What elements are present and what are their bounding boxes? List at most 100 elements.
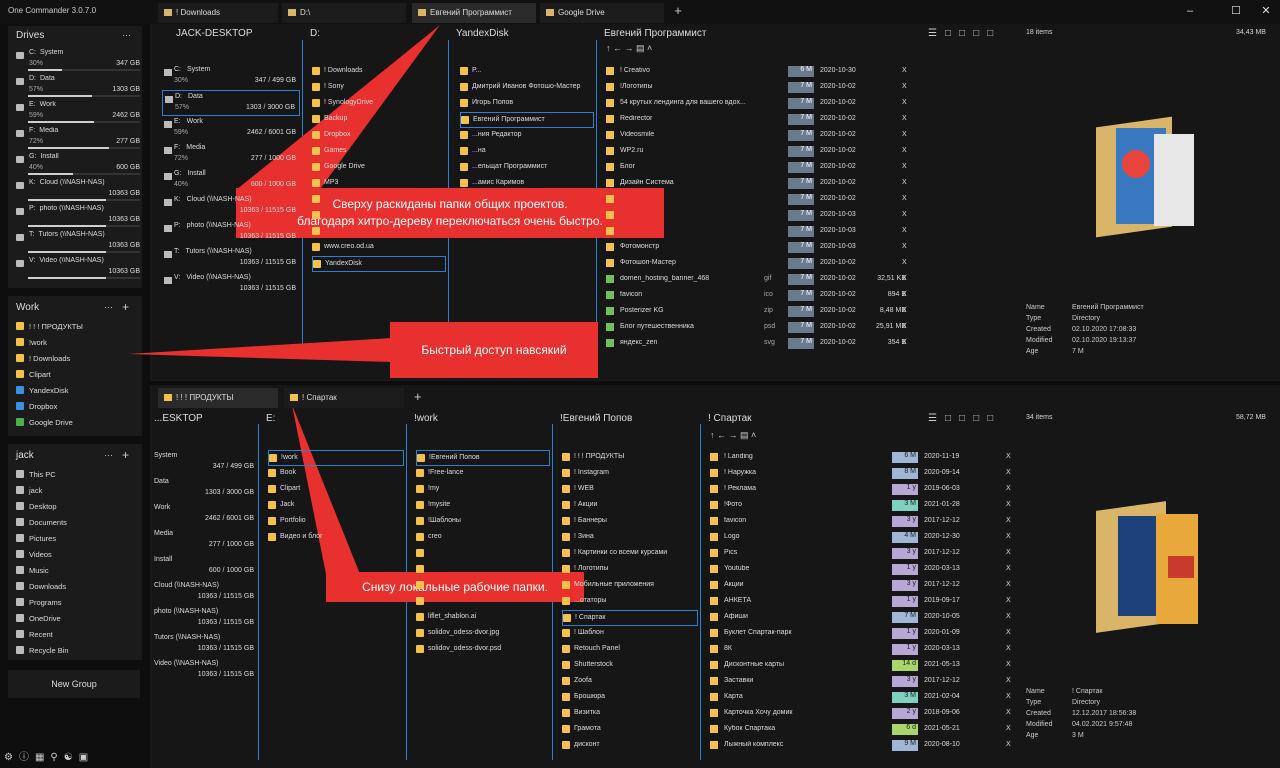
bottom-col3-item[interactable]: solidov_odess-dvor.jpg: [416, 626, 550, 642]
file-row[interactable]: !Фото 3 M 2021-01-28 X: [710, 498, 1014, 514]
sidebar-item-jack_group[interactable]: This PC: [16, 468, 136, 483]
remove-icon[interactable]: X: [902, 99, 907, 106]
file-row[interactable]: Карточка Хочу домик 2 y 2018-09-06 X: [710, 706, 1014, 722]
bottom-drive-row[interactable]: Media 277 / 1000 GB: [152, 528, 258, 554]
remove-icon[interactable]: X: [902, 243, 907, 250]
remove-icon[interactable]: X: [1006, 549, 1011, 556]
remove-icon[interactable]: X: [902, 147, 907, 154]
remove-icon[interactable]: X: [902, 179, 907, 186]
bottom-drive-row[interactable]: Video (\\NASH-NAS) 10363 / 11515 GB: [152, 658, 258, 684]
remove-icon[interactable]: X: [902, 163, 907, 170]
bottom-col4-item[interactable]: ! Instagram: [562, 466, 698, 482]
sidebar-item-jack_group[interactable]: OneDrive: [16, 612, 136, 627]
file-row[interactable]: 54 крутых лендинга для вашего вдох... 7 M…: [606, 96, 910, 112]
tab-1[interactable]: D:\: [282, 3, 406, 23]
file-row[interactable]: 7 M 2020-10-03 X: [606, 224, 910, 240]
top-col2-item[interactable]: MP3: [312, 176, 446, 192]
bottom-drive-row[interactable]: Install 600 / 1000 GB: [152, 554, 258, 580]
top-drive-row[interactable]: V: Video (\\NASH-NAS) 10363 / 11515 GB: [162, 272, 300, 298]
bottom-col4-item[interactable]: ! Шаблон: [562, 626, 698, 642]
top-col3-item[interactable]: Игорь Попов: [460, 96, 594, 112]
file-row[interactable]: Youtube 1 y 2020-03-13 X: [710, 562, 1014, 578]
bottom-col4-item[interactable]: ! Баннеры: [562, 514, 698, 530]
top-drive-row[interactable]: T: Tutors (\\NASH-NAS) 10363 / 11515 GB: [162, 246, 300, 272]
bottom-col3-item[interactable]: !mysite: [416, 498, 550, 514]
file-row[interactable]: Фотошоп-Мастер 7 M 2020-10-02 X: [606, 256, 910, 272]
top-col2-item[interactable]: www.creo.od.ua: [312, 240, 446, 256]
sidebar-drive-item[interactable]: C: System 30% 347 GB: [16, 48, 140, 74]
remove-icon[interactable]: X: [902, 211, 907, 218]
sidebar-drive-item[interactable]: G: Install 40% 600 GB: [16, 152, 140, 178]
file-row[interactable]: Pics 3 y 2017-12-12 X: [710, 546, 1014, 562]
sidebar-item-work_group[interactable]: Clipart: [16, 368, 136, 383]
file-row[interactable]: 7 M 2020-10-02 X: [606, 192, 910, 208]
bottom-drive-row[interactable]: photo (\\NASH-NAS) 10363 / 11515 GB: [152, 606, 258, 632]
bottom-drive-row[interactable]: Tutors (\\NASH-NAS) 10363 / 11515 GB: [152, 632, 258, 658]
sidebar-item-work_group[interactable]: ! ! ! ПРОДУКТЫ: [16, 320, 136, 335]
sidebar-drive-item[interactable]: P: photo (\\NASH-NAS) 10363 GB: [16, 204, 140, 230]
top-col2-item[interactable]: YandexDisk: [312, 256, 446, 272]
remove-icon[interactable]: X: [1006, 613, 1011, 620]
bottom-col4-item[interactable]: ! Спартак: [562, 610, 698, 626]
remove-icon[interactable]: X: [1006, 645, 1011, 652]
bottom-col4-item[interactable]: Грамота: [562, 722, 698, 738]
remove-icon[interactable]: X: [902, 131, 907, 138]
sidebar-item-jack_group[interactable]: Documents: [16, 516, 136, 531]
bottom-col4-item[interactable]: ! ! ! ПРОДУКТЫ: [562, 450, 698, 466]
file-row[interactable]: Кубок Спартака 6 d 2021-05-21 X: [710, 722, 1014, 738]
remove-icon[interactable]: X: [1006, 677, 1011, 684]
remove-icon[interactable]: X: [1006, 469, 1011, 476]
bottom-col3-item[interactable]: !Шаблоны: [416, 514, 550, 530]
remove-icon[interactable]: X: [1006, 709, 1011, 716]
file-row[interactable]: Дисконтные карты 14 d 2021-05-13 X: [710, 658, 1014, 674]
bottom-col4-item[interactable]: Zoofa: [562, 674, 698, 690]
file-row[interactable]: Блог путешественника psd 7 M 2020-10-02 25,9…: [606, 320, 910, 336]
file-row[interactable]: Карта 3 M 2021-02-04 X: [710, 690, 1014, 706]
bottom-col3-item[interactable]: creo: [416, 530, 550, 546]
sidebar-drive-item[interactable]: K: Cloud (\\NASH-NAS) 10363 GB: [16, 178, 140, 204]
file-row[interactable]: !Логотипы 7 M 2020-10-02 X: [606, 80, 910, 96]
bottom-col4-item[interactable]: ! Зина: [562, 530, 698, 546]
top-drive-row[interactable]: G: Install 40% 600 / 1000 GB: [162, 168, 300, 194]
top-drive-row[interactable]: C: System 30% 347 / 499 GB: [162, 64, 300, 90]
remove-icon[interactable]: X: [902, 227, 907, 234]
top-drive-row[interactable]: K: Cloud (\\NASH-NAS) 10363 / 11515 GB: [162, 194, 300, 220]
remove-icon[interactable]: X: [1006, 693, 1011, 700]
bottom-col3-item[interactable]: [416, 562, 550, 578]
tab-0[interactable]: ! Downloads: [158, 3, 278, 23]
bottom-col3-item[interactable]: !Free-lance: [416, 466, 550, 482]
file-row[interactable]: Акции 3 y 2017-12-12 X: [710, 578, 1014, 594]
remove-icon[interactable]: X: [1006, 661, 1011, 668]
sidebar-item-work_group[interactable]: ! Downloads: [16, 352, 136, 367]
bottom-tab-0[interactable]: ! ! ! ПРОДУКТЫ: [158, 388, 278, 408]
file-row[interactable]: favicon ico 7 M 2020-10-02 894 BX: [606, 288, 910, 304]
bottom-drive-row[interactable]: System 347 / 499 GB: [152, 450, 258, 476]
sidebar-drive-item[interactable]: V: Video (\\NASH-NAS) 10363 GB: [16, 256, 140, 282]
top-col3-item[interactable]: ...ельщат Программист: [460, 160, 594, 176]
file-row[interactable]: Блог 7 M 2020-10-02 X: [606, 160, 910, 176]
remove-icon[interactable]: X: [902, 275, 907, 282]
remove-icon[interactable]: X: [1006, 581, 1011, 588]
remove-icon[interactable]: X: [902, 195, 907, 202]
remove-icon[interactable]: X: [1006, 517, 1011, 524]
bottom-col2-item[interactable]: !work: [268, 450, 404, 466]
top-col2-item[interactable]: [312, 208, 446, 224]
top-col2-item[interactable]: Games: [312, 144, 446, 160]
tab-2[interactable]: Евгений Программист: [412, 3, 536, 23]
sidebar-item-jack_group[interactable]: Recent: [16, 628, 136, 643]
file-row[interactable]: АНКЕТА 1 y 2019-09-17 X: [710, 594, 1014, 610]
top-drive-row[interactable]: F: Media 72% 277 / 1000 GB: [162, 142, 300, 168]
sidebar-drive-item[interactable]: E: Work 59% 2462 GB: [16, 100, 140, 126]
bottom-col4-item[interactable]: ...отаторы: [562, 594, 698, 610]
sidebar-drive-item[interactable]: F: Media 72% 277 GB: [16, 126, 140, 152]
top-col2-item[interactable]: ! Sony: [312, 80, 446, 96]
bottom-col4-item[interactable]: Мобильные приложения: [562, 578, 698, 594]
file-row[interactable]: яндекс_zen svg 7 M 2020-10-02 354 BX: [606, 336, 910, 352]
file-row[interactable]: Буклет Спартак-парк 1 y 2020-01-09 X: [710, 626, 1014, 642]
file-row[interactable]: domen_hosting_banner_468 gif 7 M 2020-10-02…: [606, 272, 910, 288]
top-drive-row[interactable]: E: Work 59% 2462 / 6001 GB: [162, 116, 300, 142]
file-row[interactable]: Заставки 3 y 2017-12-12 X: [710, 674, 1014, 690]
remove-icon[interactable]: X: [1006, 485, 1011, 492]
bottom-col3-item[interactable]: !Евгений Попов: [416, 450, 550, 466]
bottom-col3-item[interactable]: liflet_shablon.ai: [416, 610, 550, 626]
